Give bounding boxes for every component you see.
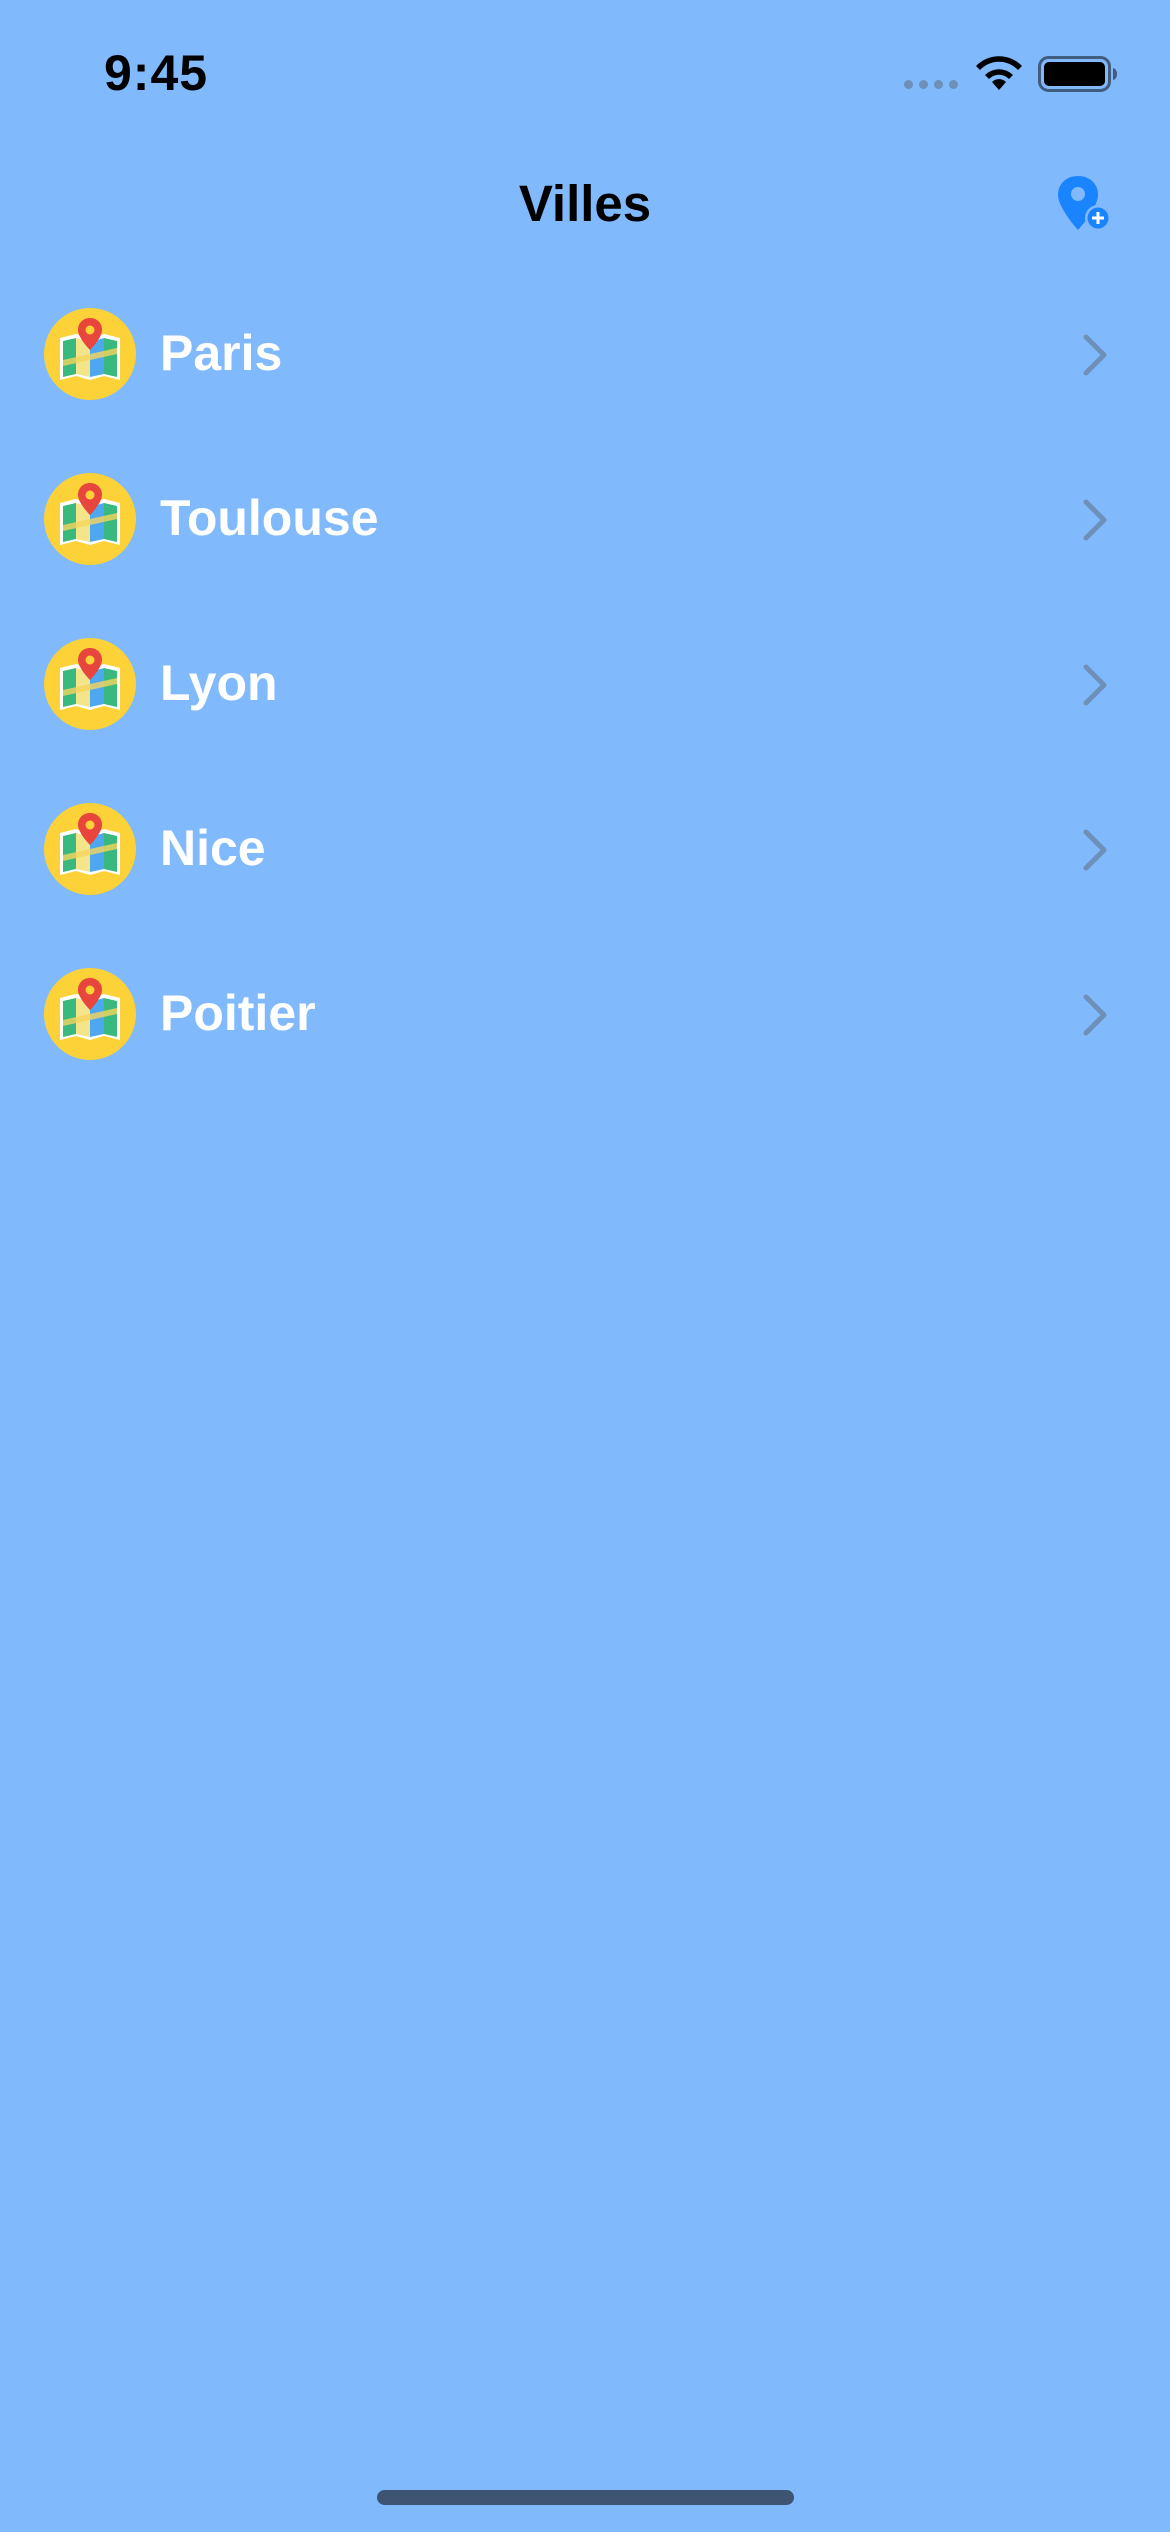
city-list: Paris Toulouse Lyon Nice Poitier xyxy=(0,272,1170,1097)
city-name: Lyon xyxy=(160,655,278,711)
navigation-bar: Villes xyxy=(0,150,1170,262)
map-icon xyxy=(44,473,136,565)
add-location-button[interactable] xyxy=(1052,172,1116,236)
map-icon xyxy=(44,638,136,730)
city-name: Toulouse xyxy=(160,490,379,546)
list-item[interactable]: Poitier xyxy=(0,932,1170,1097)
list-item[interactable]: Lyon xyxy=(0,602,1170,767)
map-icon xyxy=(44,803,136,895)
city-name: Paris xyxy=(160,325,283,381)
home-indicator[interactable] xyxy=(377,2490,794,2505)
status-bar: 9:45 xyxy=(0,0,1170,150)
wifi-icon xyxy=(976,56,1022,90)
status-time: 9:45 xyxy=(104,45,209,101)
chevron-right-icon xyxy=(1083,334,1107,376)
chevron-right-icon xyxy=(1083,829,1107,871)
list-item[interactable]: Nice xyxy=(0,767,1170,932)
signal-dots-icon xyxy=(904,80,958,89)
list-item[interactable]: Toulouse xyxy=(0,437,1170,602)
chevron-right-icon xyxy=(1083,499,1107,541)
city-name: Poitier xyxy=(160,985,316,1041)
chevron-right-icon xyxy=(1083,664,1107,706)
city-name: Nice xyxy=(160,820,266,876)
page-title: Villes xyxy=(518,175,652,232)
list-item[interactable]: Paris xyxy=(0,272,1170,437)
chevron-right-icon xyxy=(1083,994,1107,1036)
map-icon xyxy=(44,308,136,400)
battery-icon xyxy=(1038,56,1117,92)
map-icon xyxy=(44,968,136,1060)
